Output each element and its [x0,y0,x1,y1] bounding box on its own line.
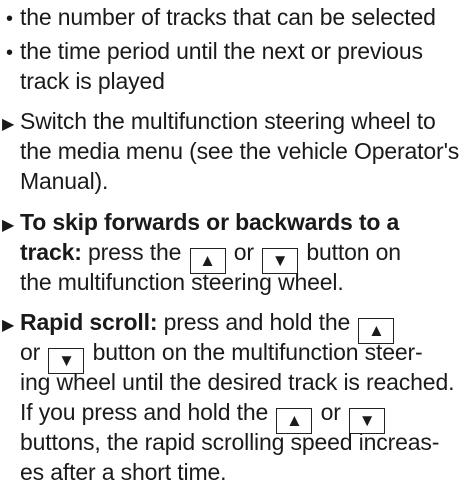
instruction-text: es after a short time. [20,459,227,485]
instruction-text: If you press and hold the ▲ or ▼ [20,397,387,434]
instruction-text: track: press the ▲ or ▼ button on [20,237,401,274]
step-arrow-icon: ▶ [2,116,15,133]
instruction-text: the media menu (see the vehicle Operator… [20,138,460,164]
instruction-step: ▶ Switch the multifunction steering whee… [2,108,436,134]
step-arrow-icon: ▶ [2,217,15,234]
step-arrow-icon: ▶ [2,317,15,334]
bullet-item-continued: track is played [20,68,165,94]
instruction-text: Manual). [20,168,109,194]
instruction-text: or ▼ button on the multifunction steer- [20,337,423,374]
instruction-step: ▶ To skip forwards or backwards to a [2,209,400,235]
instruction-text: the multifunction steering wheel. [20,269,344,295]
instruction-step: ▶ Rapid scroll: press and hold the ▲ [0,307,395,344]
instruction-text: buttons, the rapid scrolling speed incre… [20,429,440,455]
manual-page: • the number of tracks that can be selec… [0,0,462,485]
bullet-item: • the number of tracks that can be selec… [6,4,436,30]
bullet-item: • the time period until the next or prev… [6,38,423,64]
instruction-text: ing wheel until the desired track is rea… [20,369,455,395]
